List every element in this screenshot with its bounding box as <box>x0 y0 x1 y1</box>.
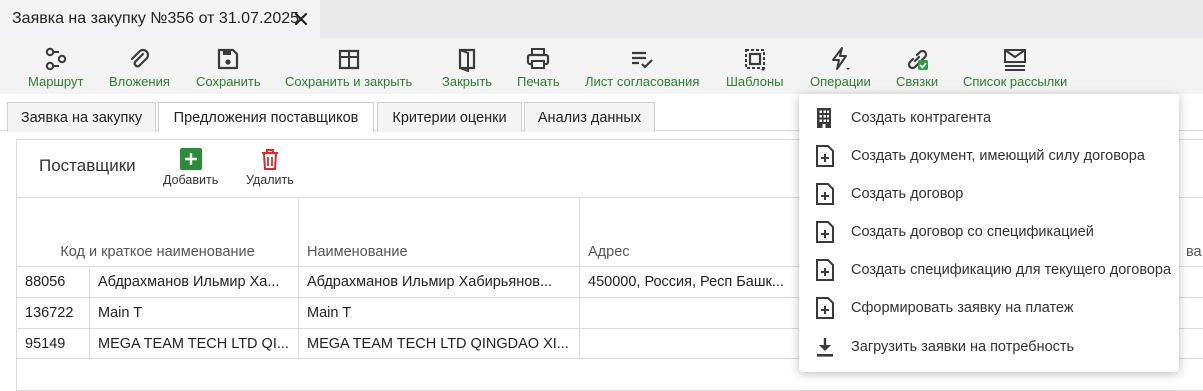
menu-item-label: Создать договор <box>851 186 964 202</box>
cell-short-name: Абдрахманов Ильмир Ха... <box>90 267 299 297</box>
add-label: Добавить <box>163 173 219 187</box>
suppliers-title: Поставщики <box>39 156 136 175</box>
file-plus-icon <box>816 259 834 281</box>
file-plus-icon <box>816 221 834 243</box>
route-label: Маршрут <box>28 74 84 89</box>
attachments-button[interactable]: Вложения <box>109 38 170 94</box>
column-header-code[interactable]: Код и краткое наименование <box>17 198 299 266</box>
templates-label: Шаблоны <box>726 74 784 89</box>
save-icon <box>218 48 239 70</box>
trash-icon <box>261 149 278 170</box>
menu-item-label: Загрузить заявки на потребность <box>851 339 1075 355</box>
tab-purchase-request[interactable]: Заявка на закупку <box>7 102 156 132</box>
menu-item-create-counterparty[interactable]: Создать контрагента <box>799 99 1179 137</box>
print-button[interactable]: Печать <box>517 38 560 94</box>
link-icon <box>907 49 929 70</box>
links-label: Связки <box>896 74 939 89</box>
menu-item-create-document[interactable]: Создать документ, имеющий силу договора <box>799 137 1179 175</box>
file-plus-icon <box>816 297 834 319</box>
mailing-list-button[interactable]: Список рассылки <box>963 38 1067 94</box>
menu-item-label: Создать контрагента <box>851 110 992 126</box>
cell-name: Абдрахманов Ильмир Хабирьянов... <box>299 267 580 297</box>
paperclip-icon <box>131 48 150 68</box>
document-title: Заявка на закупку №356 от 31.07.2025 <box>12 10 300 27</box>
menu-item-load-requests[interactable]: Загрузить заявки на потребность <box>799 328 1179 366</box>
file-plus-icon <box>816 145 834 167</box>
column-header-extra[interactable]: ва <box>1186 198 1203 266</box>
route-icon <box>45 47 66 71</box>
cell-address <box>580 298 800 328</box>
operations-menu: Создать контрагента Создать документ, им… <box>799 94 1179 372</box>
menu-item-create-contract-spec[interactable]: Создать договор со спецификацией <box>799 213 1179 251</box>
tab-data-analysis[interactable]: Анализ данных <box>524 102 655 132</box>
delete-label: Удалить <box>246 173 294 187</box>
save-close-button[interactable]: Сохранить и закрыть <box>285 38 412 94</box>
save-button[interactable]: Сохранить <box>196 38 261 94</box>
main-toolbar: Маршрут Вложения Сохранить Сохранить и з… <box>0 38 1203 94</box>
save-label: Сохранить <box>196 74 261 89</box>
save-close-label: Сохранить и закрыть <box>285 74 413 89</box>
approval-sheet-label: Лист согласования <box>585 74 700 89</box>
lightning-icon <box>832 47 851 70</box>
menu-item-label: Сформировать заявку на платеж <box>851 300 1074 316</box>
cell-short-name: MEGA TEAM TECH LTD QI... <box>90 329 299 359</box>
building-icon <box>817 108 831 128</box>
tab-evaluation-criteria[interactable]: Критерии оценки <box>377 102 522 132</box>
menu-item-label: Создать документ, имеющий силу договора <box>851 148 1145 164</box>
download-icon <box>817 338 833 357</box>
menu-item-payment-request[interactable]: Сформировать заявку на платеж <box>799 289 1179 327</box>
cell-address <box>580 329 800 359</box>
column-header-name[interactable]: Наименование <box>299 198 580 266</box>
links-button[interactable]: Связки <box>896 38 938 94</box>
tab-supplier-offers[interactable]: Предложения поставщиков <box>158 102 374 132</box>
plus-icon <box>179 148 202 170</box>
print-label: Печать <box>517 74 560 89</box>
route-button[interactable]: Маршрут <box>28 38 83 94</box>
cell-code: 95149 <box>17 329 90 359</box>
close-icon[interactable] <box>293 11 309 27</box>
cell-address: 450000, Россия, Респ Башк... <box>588 274 784 290</box>
file-plus-icon <box>816 183 834 205</box>
add-supplier-button[interactable]: Добавить <box>163 148 218 187</box>
cell-name: Main T <box>299 298 580 328</box>
close-button[interactable]: Закрыть <box>442 38 492 94</box>
approval-sheet-button[interactable]: Лист согласования <box>585 38 699 94</box>
delete-supplier-button[interactable]: Удалить <box>246 148 294 187</box>
menu-item-label: Создать договор со спецификацией <box>851 224 1094 240</box>
templates-button[interactable]: Шаблоны <box>726 38 784 94</box>
cell-code: 88056 <box>17 267 90 297</box>
menu-item-label: Создать спецификацию для текущего догово… <box>851 262 1172 278</box>
mailing-list-label: Список рассылки <box>963 74 1068 89</box>
menu-item-create-contract[interactable]: Создать договор <box>799 175 1179 213</box>
menu-item-create-spec[interactable]: Создать спецификацию для текущего догово… <box>799 251 1179 289</box>
save-close-icon <box>338 49 359 70</box>
printer-icon <box>527 48 550 69</box>
cell-code: 136722 <box>17 298 90 328</box>
list-check-icon <box>632 51 653 69</box>
document-tab[interactable]: Заявка на закупку №356 от 31.07.2025 <box>0 0 320 38</box>
attachments-label: Вложения <box>109 74 170 89</box>
door-icon <box>458 48 476 72</box>
window-titlebar: Заявка на закупку №356 от 31.07.2025 <box>0 0 1203 38</box>
template-icon <box>744 49 765 71</box>
cell-short-name: Main T <box>90 298 299 328</box>
close-label: Закрыть <box>442 74 493 89</box>
cell-name: MEGA TEAM TECH LTD QINGDAO XI... <box>299 329 580 359</box>
mail-list-icon <box>1004 49 1027 71</box>
operations-label: Операции <box>810 74 871 89</box>
operations-button[interactable]: Операции <box>810 38 871 94</box>
